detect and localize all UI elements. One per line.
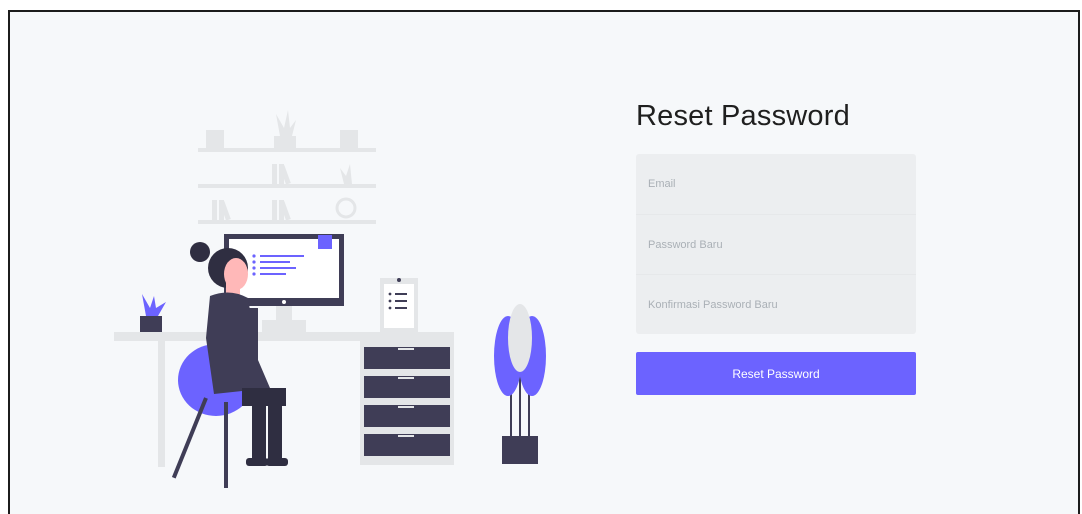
- floor-plant: [494, 304, 546, 464]
- wall-shelves: [198, 110, 376, 224]
- new-password-field[interactable]: [636, 214, 916, 274]
- workspace-illustration: [114, 110, 546, 488]
- clipboard: [380, 278, 418, 332]
- page-frame: Reset Password Reset Password: [8, 10, 1080, 514]
- confirm-password-field[interactable]: [636, 274, 916, 334]
- email-field[interactable]: [636, 154, 916, 214]
- form-fields-group: [636, 154, 916, 334]
- desk-plant: [140, 294, 166, 332]
- reset-password-button[interactable]: Reset Password: [636, 352, 916, 395]
- page-title: Reset Password: [636, 100, 850, 132]
- reset-password-form: Reset Password Reset Password: [636, 96, 916, 395]
